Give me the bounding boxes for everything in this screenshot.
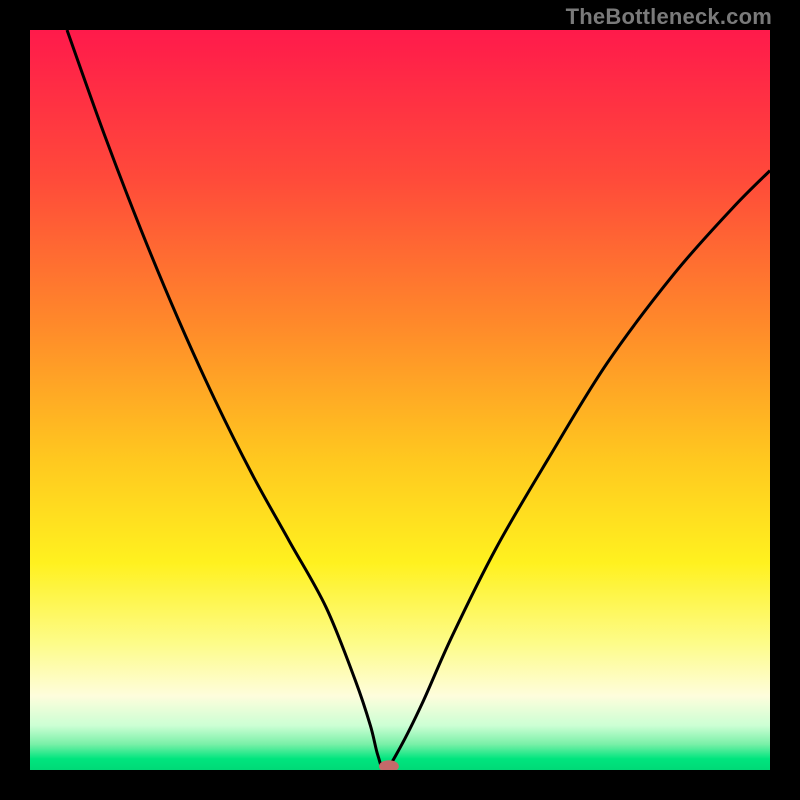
chart-frame: TheBottleneck.com bbox=[0, 0, 800, 800]
chart-svg bbox=[30, 30, 770, 770]
gradient-background bbox=[30, 30, 770, 770]
watermark-text: TheBottleneck.com bbox=[566, 4, 772, 30]
plot-area bbox=[30, 30, 770, 770]
